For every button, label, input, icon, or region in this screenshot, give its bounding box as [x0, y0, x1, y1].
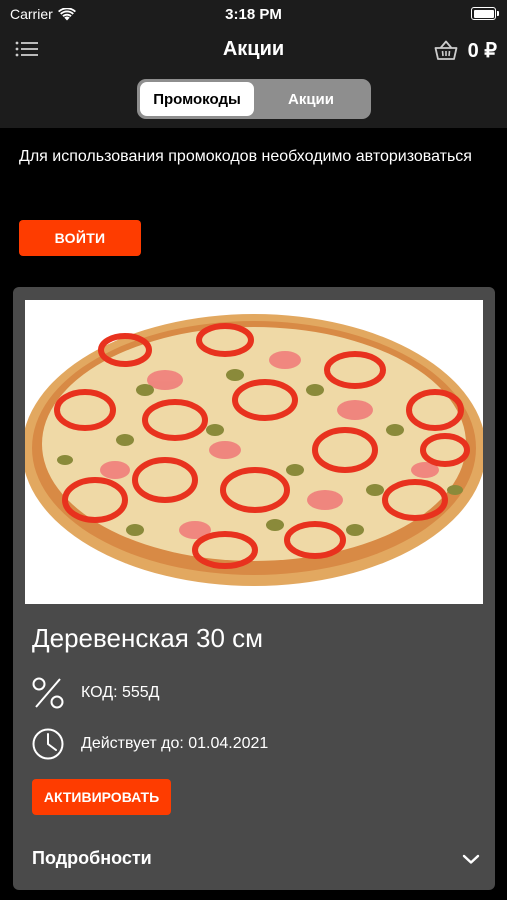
promo-code-row: КОД: 555Д: [31, 676, 160, 710]
chevron-down-icon: [462, 854, 480, 864]
page-title: Акции: [222, 38, 285, 60]
details-label: Подробности: [32, 848, 152, 868]
pizza-image: [25, 300, 483, 604]
percent-icon: [32, 677, 64, 709]
auth-notice: Для использования промокодов необходимо …: [19, 148, 472, 165]
cart-total: 0 ₽: [467, 39, 497, 62]
login-button[interactable]: ВОЙТИ: [19, 220, 141, 256]
segment-promocodes[interactable]: Промокоды: [140, 82, 254, 116]
promo-card: Деревенская 30 см КОД: 555Д Действует до…: [13, 287, 495, 890]
battery-icon: [471, 7, 499, 20]
pizza-illustration: [25, 314, 483, 586]
promo-code-text: КОД: 555Д: [81, 684, 160, 701]
promo-valid-row: Действует до: 01.04.2021: [31, 727, 268, 761]
promo-valid-text: Действует до: 01.04.2021: [81, 735, 269, 752]
segment-promotions[interactable]: Акции: [254, 82, 368, 116]
navigation-bar: Акции 0 ₽: [0, 30, 507, 70]
clock-icon: [32, 728, 64, 760]
top-bar: Carrier 3:18 PM Акции 0 ₽ Промокоды Акци…: [0, 0, 507, 128]
cart-button[interactable]: 0 ₽: [434, 35, 497, 65]
details-toggle[interactable]: Подробности: [32, 848, 480, 869]
promo-title: Деревенская 30 см: [32, 623, 264, 653]
status-time: 3:18 PM: [225, 6, 282, 23]
segmented-control: Промокоды Акции: [137, 79, 371, 119]
basket-icon: [434, 40, 457, 60]
activate-button[interactable]: АКТИВИРОВАТЬ: [32, 779, 171, 815]
status-bar: Carrier 3:18 PM: [0, 0, 507, 30]
